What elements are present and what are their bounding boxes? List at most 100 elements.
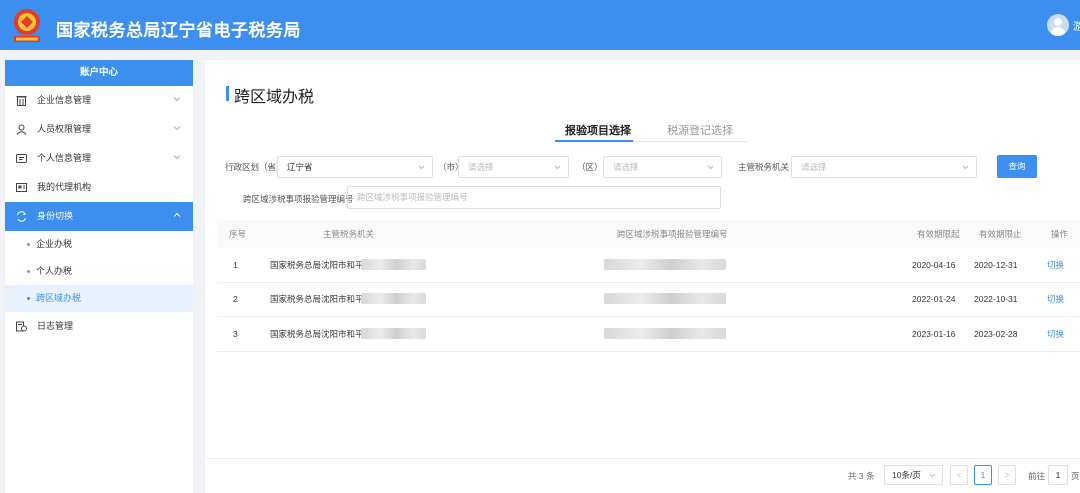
chevron-up-icon	[173, 212, 181, 217]
switch-link[interactable]: 切换	[1047, 248, 1064, 283]
report-number-label: 跨区域涉税事项报验管理编号	[243, 194, 354, 204]
switch-link[interactable]: 切换	[1047, 282, 1064, 317]
sidebar-item-company-info[interactable]: 企业信息管理	[5, 86, 193, 115]
row-tax-authority: 国家税务总局沈阳市和平区	[270, 260, 373, 270]
table-header: 序号 主管税务机关 跨区域涉税事项报验管理编号 有效期限起 有效期限止 操作	[217, 220, 1080, 248]
building-icon	[16, 96, 27, 106]
active-tab-indicator	[555, 140, 633, 142]
bullet-dot-icon	[27, 297, 30, 300]
sidebar-heading: 账户中心	[5, 60, 193, 86]
row-valid-from: 2020-04-16	[912, 260, 956, 270]
query-button[interactable]: 查询	[997, 155, 1037, 178]
sidebar-item-log-management[interactable]: 日志管理	[5, 312, 193, 341]
report-number-input[interactable]: 跨区域涉税事项报验管理编号	[347, 186, 721, 209]
chevron-down-icon	[929, 473, 936, 478]
table-row: 2 国家税务总局沈阳市和平区 2022-01-24 2022-10-31 切换	[217, 282, 1080, 317]
sidebar-item-label: 我的代理机构	[37, 182, 92, 192]
district-select[interactable]: 请选择	[603, 156, 722, 178]
chevron-down-icon	[418, 165, 425, 170]
row-tax-authority: 国家税务总局沈阳市和平区	[270, 329, 373, 339]
city-placeholder: 请选择	[468, 162, 494, 172]
current-page-button[interactable]: 1	[974, 465, 992, 485]
sidebar-sub-item-company-tax[interactable]: 企业办税	[5, 231, 193, 258]
page-size-value: 10条/页	[892, 470, 921, 480]
bullet-dot-icon	[27, 270, 30, 273]
district-label: （区）	[577, 162, 603, 172]
row-number: 1	[233, 260, 238, 270]
page-suffix: 页	[1071, 471, 1080, 481]
row-valid-to: 2020-12-31	[974, 260, 1018, 270]
sidebar-item-label: 个人信息管理	[37, 153, 92, 163]
main-panel: 跨区域办税 报验项目选择 税源登记选择 行政区划（省） 辽宁省 （市） 请选择 …	[205, 60, 1080, 493]
goto-page-input[interactable]: 1	[1048, 465, 1068, 485]
prev-page-button[interactable]: <	[950, 465, 968, 485]
user-avatar[interactable]	[1047, 14, 1069, 36]
chevron-down-icon	[173, 126, 181, 131]
id-card-icon	[16, 154, 27, 163]
sidebar-sub-item-label: 跨区域办税	[36, 293, 82, 303]
column-header-report-number: 跨区域涉税事项报验管理编号	[617, 229, 728, 239]
goto-label: 前往	[1028, 471, 1046, 481]
switch-icon	[17, 211, 27, 222]
top-header: 国家税务总局辽宁省电子税务局 游	[0, 0, 1080, 50]
sidebar-item-personnel-permissions[interactable]: 人员权限管理	[5, 115, 193, 144]
redacted-text	[361, 328, 426, 339]
column-header-authority: 主管税务机关	[323, 229, 375, 239]
province-select[interactable]: 辽宁省	[277, 156, 433, 178]
table-row: 1 国家税务总局沈阳市和平区 2020-04-16 2020-12-31 切换	[217, 248, 1080, 283]
chevron-down-icon	[554, 165, 561, 170]
next-page-button[interactable]: >	[998, 465, 1016, 485]
redacted-report-number	[604, 328, 726, 339]
switch-link[interactable]: 切换	[1047, 317, 1064, 352]
province-label: 行政区划（省）	[225, 162, 285, 172]
page-size-select[interactable]: 10条/页	[884, 465, 943, 485]
row-valid-from: 2023-01-16	[912, 329, 956, 339]
sidebar-sub-item-personal-tax[interactable]: 个人办税	[5, 258, 193, 285]
tax-authority-select[interactable]: 请选择	[791, 156, 977, 178]
redacted-text	[361, 293, 426, 304]
tab-tax-source-registration[interactable]: 税源登记选择	[667, 122, 733, 138]
tab-bar: 报验项目选择 税源登记选择	[555, 118, 747, 142]
site-title: 国家税务总局辽宁省电子税务局	[56, 21, 301, 40]
pagination: 共 3 条 10条/页 < 1 > 前往 1 页	[205, 458, 1080, 493]
bullet-dot-icon	[27, 243, 30, 246]
district-placeholder: 请选择	[613, 162, 639, 172]
sidebar-item-personal-info[interactable]: 个人信息管理	[5, 144, 193, 173]
table-row: 3 国家税务总局沈阳市和平区 2023-01-16 2023-02-28 切换	[217, 317, 1080, 352]
column-header-valid-to: 有效期限止	[979, 229, 1022, 239]
sidebar-sub-item-label: 个人办税	[36, 266, 73, 276]
column-header-action: 操作	[1051, 229, 1069, 239]
sidebar-item-identity-switch[interactable]: 身份切换	[5, 202, 193, 231]
sidebar-item-label: 人员权限管理	[37, 124, 92, 134]
total-count: 共 3 条	[848, 471, 875, 481]
sidebar-item-label: 身份切换	[37, 211, 74, 221]
log-icon	[16, 321, 27, 332]
agency-icon	[16, 183, 27, 192]
redacted-report-number	[604, 259, 726, 270]
redacted-text	[361, 259, 426, 270]
tab-report-item-selection[interactable]: 报验项目选择	[565, 122, 631, 138]
tax-emblem-logo	[14, 9, 40, 42]
row-valid-from: 2022-01-24	[912, 294, 956, 304]
column-header-no: 序号	[229, 229, 247, 239]
row-number: 2	[233, 294, 238, 304]
city-select[interactable]: 请选择	[458, 156, 569, 178]
sidebar: 账户中心 企业信息管理 人员权限管理 个人信息管理 我的代理机构 身份切换 企业…	[5, 60, 193, 493]
sidebar-item-label: 企业信息管理	[37, 95, 92, 105]
chevron-down-icon	[173, 97, 181, 102]
sidebar-sub-item-cross-region-tax[interactable]: 跨区域办税	[5, 285, 193, 312]
chevron-down-icon	[173, 155, 181, 160]
row-valid-to: 2022-10-31	[974, 294, 1018, 304]
page-title: 跨区域办税	[226, 83, 314, 107]
row-number: 3	[233, 329, 238, 339]
user-lock-icon	[16, 124, 27, 135]
row-tax-authority: 国家税务总局沈阳市和平区	[270, 294, 373, 304]
redacted-report-number	[604, 293, 726, 304]
sidebar-item-my-agency[interactable]: 我的代理机构	[5, 173, 193, 202]
tax-authority-placeholder: 请选择	[801, 162, 827, 172]
column-header-valid-from: 有效期限起	[917, 229, 960, 239]
sidebar-item-label: 日志管理	[37, 321, 74, 331]
user-name[interactable]: 游	[1073, 18, 1080, 33]
chevron-down-icon	[962, 165, 969, 170]
tax-authority-label: 主管税务机关	[738, 162, 790, 172]
